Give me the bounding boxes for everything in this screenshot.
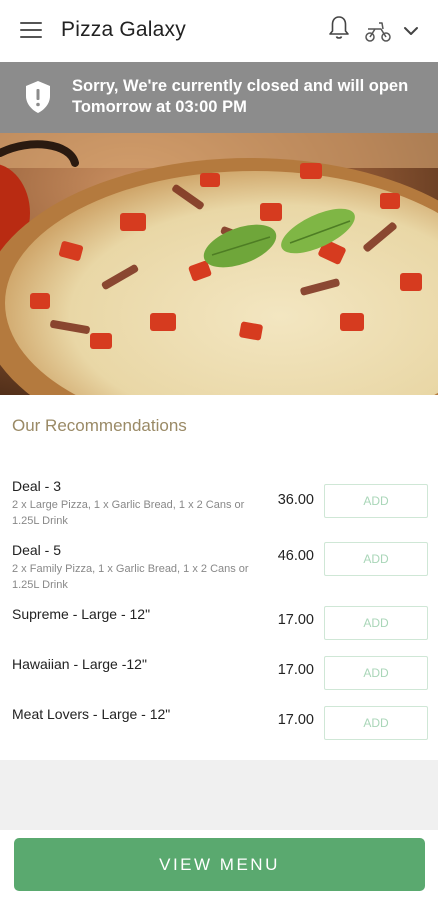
recommendations-heading: Our Recommendations (12, 416, 187, 435)
item-price: 17.00 (277, 712, 314, 728)
closed-message: Sorry, We're currently closed and will o… (72, 77, 409, 116)
item-price: 17.00 (277, 662, 314, 678)
app-header: Pizza Galaxy (0, 0, 438, 62)
list-item: Hawaiian - Large -12" 17.00 ADD (0, 656, 438, 696)
chevron-down-icon[interactable] (402, 22, 420, 40)
list-item: Meat Lovers - Large - 12" 17.00 ADD (0, 706, 438, 746)
list-item: Deal - 3 2 x Large Pizza, 1 x Garlic Bre… (0, 478, 438, 536)
item-name: Deal - 5 (12, 542, 62, 558)
hamburger-icon[interactable] (20, 22, 42, 40)
view-menu-button[interactable]: VIEW MENU (14, 838, 425, 891)
closed-banner: Sorry, We're currently closed and will o… (0, 62, 438, 133)
scooter-icon[interactable] (364, 19, 392, 43)
item-name: Supreme - Large - 12" (12, 606, 151, 622)
item-name: Deal - 3 (12, 478, 62, 494)
page-title: Pizza Galaxy (61, 18, 186, 41)
add-button[interactable]: ADD (324, 706, 428, 740)
item-price: 46.00 (277, 548, 314, 564)
add-button[interactable]: ADD (324, 656, 428, 690)
spacer (0, 760, 438, 830)
item-name: Hawaiian - Large -12" (12, 656, 147, 672)
item-price: 36.00 (277, 492, 314, 508)
item-price: 17.00 (277, 612, 314, 628)
item-description: 2 x Family Pizza, 1 x Garlic Bread, 1 x … (12, 563, 249, 591)
add-button[interactable]: ADD (324, 484, 428, 518)
bell-icon[interactable] (327, 15, 351, 41)
list-item: Supreme - Large - 12" 17.00 ADD (0, 606, 438, 646)
add-button[interactable]: ADD (324, 542, 428, 576)
shield-alert-icon (26, 81, 50, 113)
item-name: Meat Lovers - Large - 12" (12, 706, 171, 722)
add-button[interactable]: ADD (324, 606, 428, 640)
list-item: Deal - 5 2 x Family Pizza, 1 x Garlic Br… (0, 542, 438, 600)
pizza-hero-image (0, 133, 438, 395)
item-description: 2 x Large Pizza, 1 x Garlic Bread, 1 x 2… (12, 499, 245, 527)
